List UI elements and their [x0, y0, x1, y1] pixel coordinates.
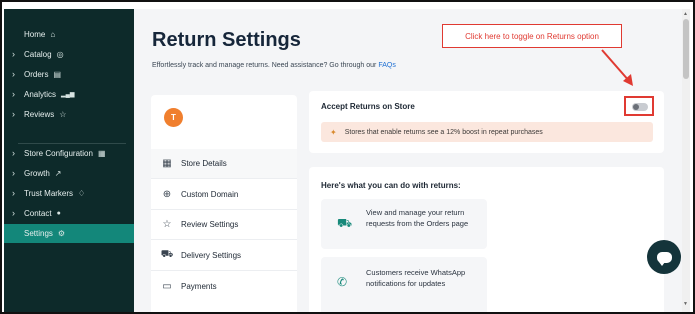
page-subtitle: Effortlessly track and manage returns. N… — [152, 62, 396, 69]
analytics-icon: ▂▄▆ — [61, 91, 75, 98]
sidebar: Home ⌂ › Catalog ◎ › Orders ▤ › Analytic… — [4, 9, 134, 312]
settings-nav-delivery-settings[interactable]: ⛟ Delivery Settings — [151, 241, 297, 271]
sidebar-item-label: Orders — [24, 69, 49, 79]
scroll-thumb[interactable] — [683, 19, 689, 79]
settings-nav-custom-domain[interactable]: ⊕ Custom Domain — [151, 180, 297, 210]
chevron-right-icon: › — [12, 208, 15, 218]
return-truck-icon: ⛟ — [337, 216, 353, 230]
star-icon: ☆ — [59, 109, 67, 119]
accept-returns-toggle[interactable] — [632, 103, 648, 111]
sidebar-item-label: Reviews — [24, 109, 55, 119]
sidebar-item-label: Contact — [24, 208, 52, 218]
sidebar-item-label: Analytics — [24, 89, 57, 99]
sidebar-item-settings[interactable]: Settings ⚙ — [4, 224, 134, 243]
settings-nav-review-settings[interactable]: ☆ Review Settings — [151, 210, 297, 240]
store-icon: ▦ — [162, 158, 172, 169]
sidebar-item-trust-markers[interactable]: › Trust Markers ♢ — [4, 184, 134, 202]
chevron-right-icon: › — [12, 49, 15, 59]
settings-nav-label: Review Settings — [181, 220, 239, 229]
accept-returns-card: Accept Returns on Store ✦ Stores that en… — [309, 91, 664, 153]
sidebar-item-orders[interactable]: › Orders ▤ — [4, 65, 134, 83]
settings-nav-store-details[interactable]: ▦ Store Details — [151, 149, 297, 179]
chevron-right-icon: › — [12, 109, 15, 119]
annotation-callout: Click here to toggle on Returns option — [442, 24, 622, 48]
returns-features-card: Here's what you can do with returns: ⛟ V… — [309, 167, 664, 312]
chat-bubble-icon — [656, 251, 672, 266]
settings-nav-label: Store Details — [181, 159, 227, 168]
boost-banner-text: Stores that enable returns see a 12% boo… — [344, 128, 543, 136]
diamond-icon: ♢ — [78, 188, 86, 198]
sidebar-item-analytics[interactable]: › Analytics ▂▄▆ — [4, 85, 134, 103]
party-popper-icon: ✦ — [330, 127, 337, 137]
settings-nav-label: Delivery Settings — [181, 251, 242, 260]
scroll-up-icon[interactable]: ▲ — [683, 11, 688, 17]
chat-icon: ● — [56, 209, 61, 217]
store-icon: ▦ — [97, 148, 106, 158]
sidebar-item-label: Trust Markers — [24, 188, 74, 198]
feature-tile-whatsapp: ✆ Customers receive WhatsApp notificatio… — [321, 257, 487, 312]
trend-icon: ↗ — [54, 168, 62, 178]
chevron-right-icon: › — [12, 69, 15, 79]
home-icon: ⌂ — [50, 29, 56, 39]
annotation-arrow — [601, 49, 633, 86]
chat-support-button[interactable] — [647, 240, 681, 274]
sidebar-item-label: Home — [24, 29, 46, 39]
faq-link[interactable]: FAQs — [378, 62, 396, 69]
sidebar-item-label: Store Configuration — [24, 148, 93, 158]
settings-nav-label: Custom Domain — [181, 190, 239, 199]
star-icon: ☆ — [162, 219, 172, 230]
feature-text: Customers receive WhatsApp notifications… — [366, 268, 466, 288]
avatar: T — [164, 108, 183, 127]
sidebar-item-reviews[interactable]: › Reviews ☆ — [4, 105, 134, 123]
sidebar-item-label: Growth — [24, 168, 50, 178]
settings-nav-card: T ▦ Store Details ⊕ Custom Domain ☆ Revi… — [151, 95, 297, 312]
sidebar-item-label: Catalog — [24, 49, 52, 59]
chevron-right-icon: › — [12, 89, 15, 99]
settings-nav-payments[interactable]: ▭ Payments — [151, 271, 297, 301]
subtitle-text: Effortlessly track and manage returns. N… — [152, 62, 379, 69]
scroll-down-icon[interactable]: ▼ — [683, 301, 688, 307]
toggle-knob — [633, 104, 639, 110]
sidebar-item-catalog[interactable]: › Catalog ◎ — [4, 45, 134, 63]
settings-nav-label: Payments — [181, 281, 217, 291]
page-title: Return Settings — [152, 29, 301, 51]
sidebar-item-home[interactable]: Home ⌂ — [4, 25, 134, 43]
sidebar-item-store-configuration[interactable]: › Store Configuration ▦ — [4, 144, 134, 162]
page-scrollbar[interactable]: ▲ ▼ — [682, 9, 690, 312]
whatsapp-icon: ✆ — [337, 275, 348, 289]
chevron-right-icon: › — [12, 188, 15, 198]
gear-icon: ⚙ — [57, 229, 66, 238]
truck-icon: ⛟ — [160, 249, 174, 260]
sidebar-item-label: Settings — [24, 229, 53, 238]
chevron-right-icon: › — [12, 148, 15, 158]
toggle-highlight-box — [624, 96, 654, 116]
globe-icon: ⊕ — [162, 189, 172, 200]
accept-returns-title: Accept Returns on Store — [321, 102, 415, 111]
chevron-right-icon: › — [12, 168, 15, 178]
orders-icon: ▤ — [53, 69, 62, 79]
feature-text: View and manage your return requests fro… — [366, 208, 469, 228]
features-title: Here's what you can do with returns: — [321, 181, 461, 190]
boost-banner: ✦ Stores that enable returns see a 12% b… — [321, 122, 653, 142]
sidebar-item-growth[interactable]: › Growth ↗ — [4, 164, 134, 182]
sidebar-item-contact[interactable]: › Contact ● — [4, 204, 134, 222]
payment-icon: ▭ — [162, 280, 172, 292]
feature-tile-manage-returns: ⛟ View and manage your return requests f… — [321, 199, 487, 249]
catalog-icon: ◎ — [56, 49, 64, 59]
